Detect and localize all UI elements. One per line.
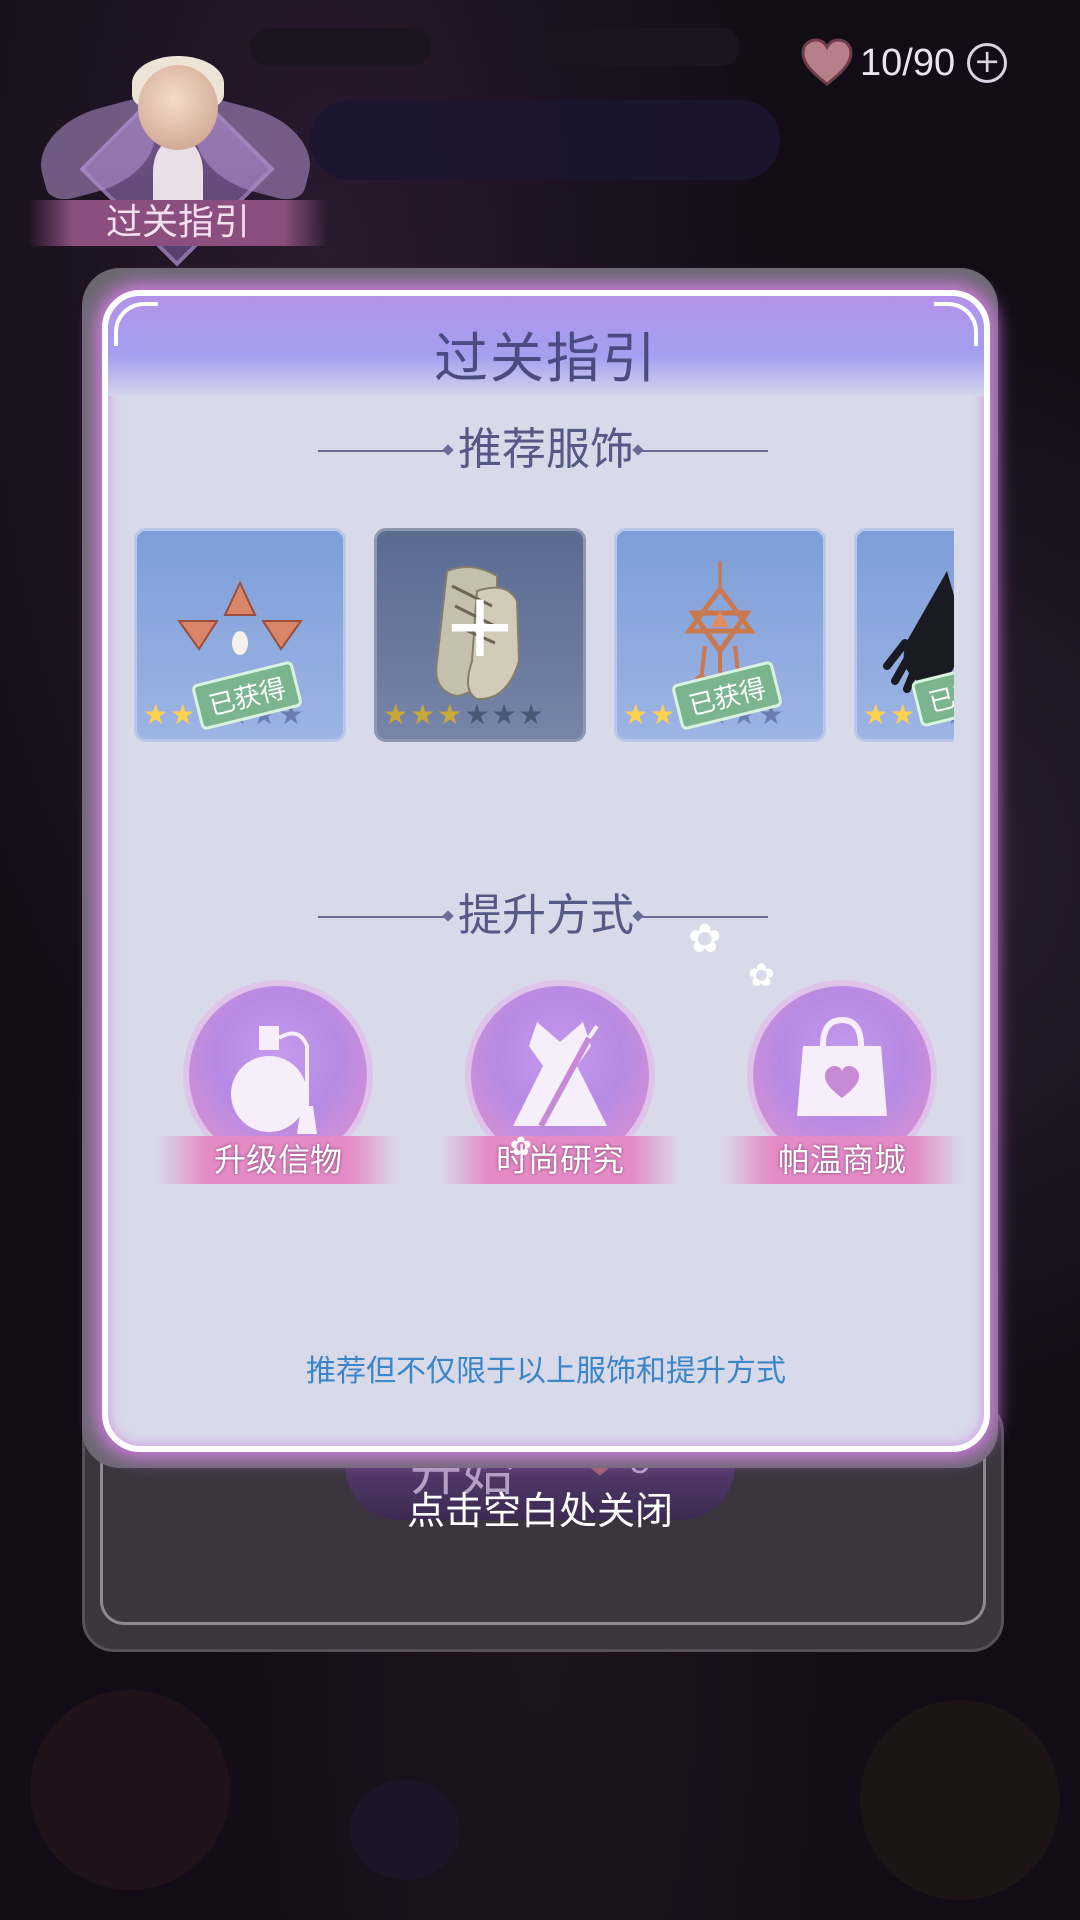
star-icon: ★ (863, 698, 889, 731)
star-icon: ★ (890, 698, 916, 731)
outfit-card-3[interactable]: ★★★★★★ 已获得 (614, 528, 826, 742)
method-label: 帕温商城 (722, 1136, 962, 1184)
star-icon: ★ (623, 698, 649, 731)
method-label: 升级信物 (158, 1136, 398, 1184)
outfit-card-1[interactable]: ★★★★★★ 已获得 (134, 528, 346, 742)
outfits-section-title: 推荐服饰 (458, 424, 634, 475)
badge-label: 过关指引 (105, 202, 250, 243)
footnote-text: 推荐但不仅限于以上服饰和提升方式 (306, 1354, 786, 1389)
star-icon: ★ (650, 698, 676, 731)
methods-section-header: 提升方式 (108, 886, 984, 946)
level-guide-dialog: 过关指引 推荐服饰 ★★★★★★ 已获得 (102, 290, 990, 1452)
star-icon: ★ (491, 698, 517, 731)
guide-badge[interactable]: 过关指引 (28, 40, 328, 280)
close-hint-text[interactable]: 点击空白处关闭 (0, 1480, 1080, 1535)
sparkle-icon: ✿ (748, 956, 775, 994)
fashion-research-button[interactable]: 时尚研究 (440, 986, 680, 1184)
sparkle-icon: ✿ (688, 916, 722, 962)
upgrade-keepsake-button[interactable]: 升级信物 (158, 986, 398, 1184)
energy-counter: 10/90 + (800, 36, 1008, 90)
heart-icon (801, 38, 853, 86)
dialog-title: 过关指引 (434, 327, 658, 390)
bg-left-button (30, 1690, 230, 1890)
method-label: 时尚研究 (440, 1136, 680, 1184)
star-icon: ★ (437, 698, 463, 731)
methods-section-title: 提升方式 (458, 890, 634, 941)
hud-coins-pill (540, 28, 740, 66)
star-rating: ★★★★★★ (383, 701, 544, 729)
star-icon: ★ (170, 698, 196, 731)
star-icon: ★ (383, 698, 409, 731)
fairy-avatar (138, 65, 218, 150)
bg-right-button (860, 1700, 1060, 1900)
star-icon: ★ (143, 698, 169, 731)
energy-value: 10/90 (860, 41, 956, 84)
outfit-card-2[interactable]: + ★ ★ ★ ★ ★ ★ (374, 528, 586, 742)
outfit-card-4[interactable]: ★★★★ 已获 (854, 528, 954, 742)
star-icon: ★ (464, 698, 490, 731)
outfits-section-header: 推荐服饰 (108, 420, 984, 480)
stage-progress-bar (310, 100, 780, 180)
add-energy-button[interactable]: + (967, 43, 1008, 83)
star-icon: ★ (518, 698, 544, 731)
bg-mid-icon (350, 1780, 460, 1880)
sparkle-icon: ✿ (510, 1132, 532, 1162)
recommended-outfits-row[interactable]: ★★★★★★ 已获得 + ★★★★★★ (134, 528, 954, 744)
star-icon: ★ (410, 698, 436, 731)
pawen-shop-button[interactable]: 帕温商城 (722, 986, 962, 1184)
